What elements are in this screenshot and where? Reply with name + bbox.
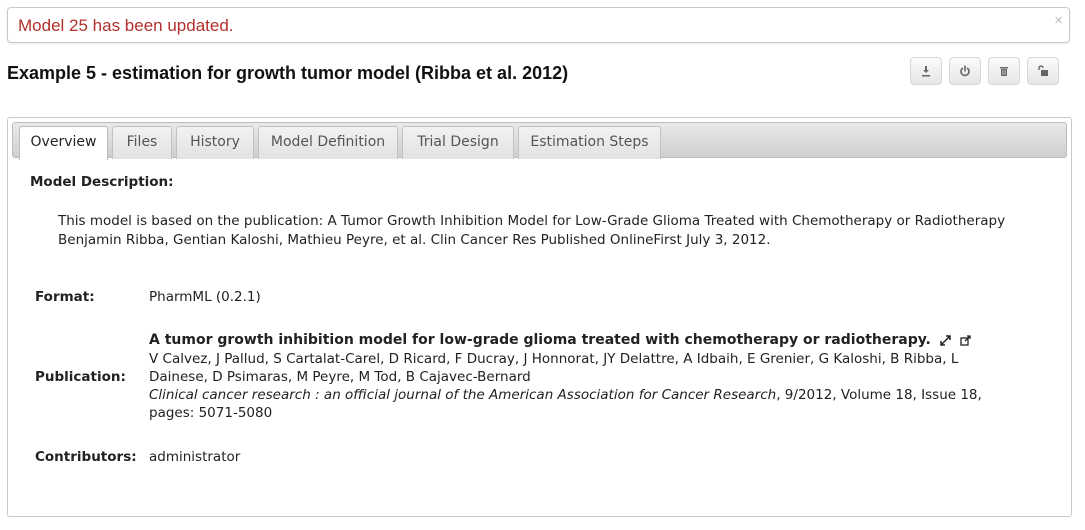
download-icon [922,66,930,77]
tab-bar: Overview Files History Model Definition … [12,122,1067,160]
format-label: Format: [35,289,95,305]
external-link-icon[interactable] [960,334,972,346]
publication-label: Publication: [35,369,126,385]
delete-button[interactable] [988,57,1020,85]
tab-files[interactable]: Files [112,126,172,159]
trash-icon [1000,67,1008,76]
tab-history[interactable]: History [176,126,254,159]
format-value: PharmML (0.2.1) [149,289,261,305]
tab-trial-design[interactable]: Trial Design [402,126,514,159]
tab-estimation-steps[interactable]: Estimation Steps [518,126,661,159]
publication-authors: Dainese, D Psimaras, M Peyre, M Tod, B C… [149,369,531,385]
publication-journal: Clinical cancer research : an official j… [149,387,777,403]
publication-authors: V Calvez, J Pallud, S Cartalat-Carel, D … [149,351,959,367]
alert-message: Model 25 has been updated. [18,16,234,35]
update-alert: Model 25 has been updated. × [7,7,1070,43]
model-description-heading: Model Description: [30,174,174,190]
publication-journal-row: Clinical cancer research : an official j… [149,387,982,403]
page-title: Example 5 - estimation for growth tumor … [7,63,569,83]
close-icon[interactable]: × [1054,12,1063,29]
contributors-label: Contributors: [35,449,137,465]
unlock-button[interactable] [1027,57,1059,85]
publication-pages: pages: 5071-5080 [149,405,273,421]
tab-model-definition[interactable]: Model Definition [258,126,398,159]
expand-icon[interactable] [940,334,951,346]
description-line: Benjamin Ribba, Gentian Kaloshi, Mathieu… [58,232,771,248]
description-line: This model is based on the publication: … [58,213,1006,229]
tab-overview[interactable]: Overview [19,126,108,160]
download-button[interactable] [910,57,942,85]
publication-journal-details: , 9/2012, Volume 18, Issue 18, [776,387,982,403]
unlock-icon [1038,65,1048,76]
publication-title-row: A tumor growth inhibition model for low-… [149,332,972,348]
publication-title: A tumor growth inhibition model for low-… [149,332,931,348]
contributors-value: administrator [149,449,241,465]
share-icon [960,65,970,77]
share-button[interactable] [949,57,981,85]
